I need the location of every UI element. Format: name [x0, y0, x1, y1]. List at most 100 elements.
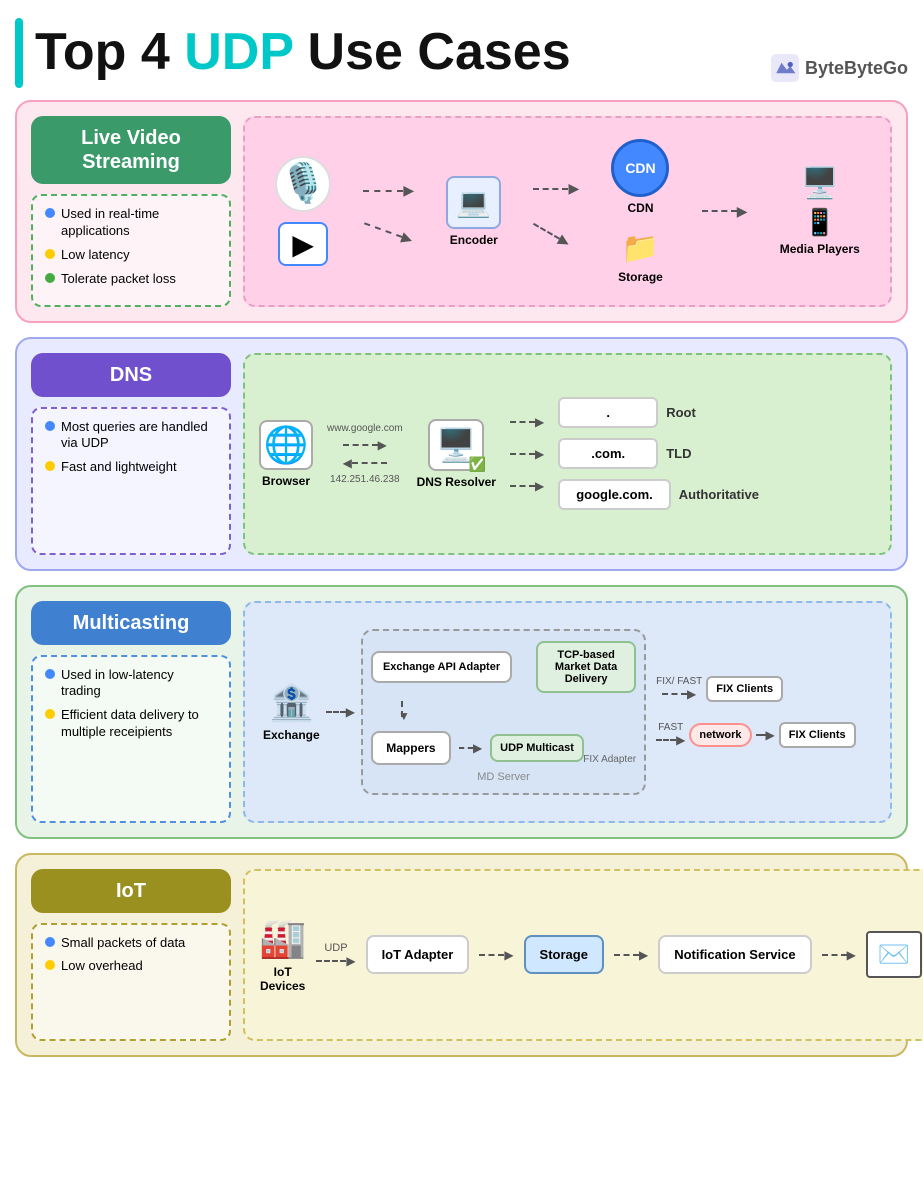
md-top-row: Exchange API Adapter TCP-based Market Da…: [371, 641, 636, 693]
bullet-text: Efficient data delivery to multiple rece…: [61, 707, 217, 741]
bullet-dot: [45, 937, 55, 947]
browser-box: 🌐 Browser: [259, 420, 313, 488]
cdn-storage-col: CDN CDN 📁 Storage: [611, 139, 669, 284]
bullet-text: Most queries are handled via UDP: [61, 419, 217, 453]
dashed-line: [656, 739, 676, 741]
resolver-label: DNS Resolver: [417, 475, 496, 489]
arrow2: ▶: [362, 215, 416, 248]
arrow-tip: ▶: [766, 728, 775, 742]
browser-arrows: www.google.com ▶ ◀ 142.251.46.238: [327, 423, 403, 485]
md-server-content: Exchange API Adapter TCP-based Market Da…: [371, 641, 636, 765]
section-dns-left: DNS Most queries are handled via UDP Fas…: [31, 353, 231, 555]
iot-devices-label: IoT Devices: [259, 965, 306, 993]
encoder-label: Encoder: [450, 233, 498, 247]
udp-label: UDP: [324, 942, 347, 954]
title-part1: Top 4: [35, 23, 184, 81]
fix-routes: FIX/ FAST ▶ FIX Clients FAST ▶: [656, 676, 856, 748]
dashed-line: [343, 444, 378, 446]
storage-label: Storage: [618, 270, 663, 284]
fast-arrow: FAST ▶: [656, 722, 685, 747]
bullet-item: Tolerate packet loss: [45, 271, 217, 288]
bullet-text: Used in real-time applications: [61, 206, 217, 240]
tld-box: .com.: [558, 438, 658, 469]
arrow-to-cdn: ▶: [533, 180, 579, 197]
bullet-item: Efficient data delivery to multiple rece…: [45, 707, 217, 741]
exchange-icon: 🏦: [269, 682, 314, 724]
arrow-tip: ▶: [687, 687, 696, 701]
arrow-tip: ▶: [639, 948, 648, 962]
arrow-tip: ▶: [535, 479, 544, 493]
arrow-tip: ▶: [555, 231, 573, 251]
encoder-arrows: ▶ ▶: [533, 180, 579, 242]
arrow-level2: ▶: [510, 447, 544, 461]
monitor-icon: 🖥️: [801, 166, 838, 201]
arrow-tip: ▶: [346, 705, 355, 719]
fix-fast-label: FIX/ FAST: [656, 676, 702, 687]
section-streaming: Live Video Streaming Used in real-time a…: [15, 100, 908, 323]
dashed-line: [702, 210, 737, 212]
bullet-dot: [45, 960, 55, 970]
title-part2: Use Cases: [293, 23, 571, 81]
bullet-text: Small packets of data: [61, 935, 185, 952]
arrow-to-storage: ▶: [529, 216, 573, 251]
bullet-item: Used in low-latency trading: [45, 667, 217, 701]
page-title: Top 4 UDP Use Cases: [35, 24, 571, 81]
media-icons: 🖥️ 📱: [801, 166, 838, 238]
arrow-down: ▼: [371, 701, 636, 723]
section-multicast: Multicasting Used in low-latency trading…: [15, 585, 908, 839]
media-players-box: 🖥️ 📱 Media Players: [780, 166, 860, 256]
md-server-label: MD Server: [371, 771, 636, 783]
section-streaming-left: Live Video Streaming Used in real-time a…: [31, 116, 231, 307]
bullet-dot: [45, 669, 55, 679]
header-bar: [15, 18, 23, 88]
dashed-line: [510, 485, 535, 487]
streaming-label: Live Video Streaming: [31, 116, 231, 184]
dashed-line: [510, 421, 535, 423]
exchange-box: 🏦 Exchange: [263, 682, 320, 742]
arrow-tip: ▶: [568, 180, 579, 197]
arrow-tip: ▶: [400, 229, 416, 249]
dashed-line: [662, 693, 687, 695]
iot-storage-box: Storage: [524, 935, 604, 974]
arrow: ▶: [656, 733, 685, 747]
arrow-level3: ▶: [510, 479, 544, 493]
email-icon: ✉️: [866, 931, 922, 978]
arrow-api-tcp: [520, 661, 528, 673]
bullet-dot: [45, 208, 55, 218]
root-box: .: [558, 397, 658, 428]
arrow-tip: ◀: [343, 456, 352, 470]
dashed-line: [822, 954, 847, 956]
bullet-item: Most queries are handled via UDP: [45, 419, 217, 453]
dns-bullets: Most queries are handled via UDP Fast an…: [31, 407, 231, 555]
fix-clients-2: FIX Clients: [779, 722, 856, 748]
section-multicast-diagram: 🏦 Exchange ▶ Exchange API Adapter: [243, 601, 892, 823]
tld-label: TLD: [666, 446, 691, 461]
section-iot: IoT Small packets of data Low overhead 🏭…: [15, 853, 908, 1057]
arrow: ▶: [662, 687, 696, 701]
bullet-text: Tolerate packet loss: [61, 271, 176, 288]
arrow-tip: ▶: [346, 954, 355, 968]
dashed-line: [479, 954, 504, 956]
exchange-api-box: Exchange API Adapter: [371, 651, 512, 683]
header-left: Top 4 UDP Use Cases: [15, 18, 571, 88]
arrow: ▶: [316, 954, 355, 968]
section-dns-diagram: 🌐 Browser www.google.com ▶ ◀ 142.251.46.…: [243, 353, 892, 555]
media-players-label: Media Players: [780, 242, 860, 256]
multicast-diagram: 🏦 Exchange ▶ Exchange API Adapter: [259, 617, 876, 807]
arrow-tip: ▶: [504, 948, 513, 962]
bullet-dot: [45, 709, 55, 719]
arrow-tip: ▶: [847, 948, 856, 962]
dashed-line: [533, 188, 568, 190]
dashed-line: [365, 222, 403, 238]
fix-fast-arrow: FIX/ FAST ▶: [656, 676, 702, 701]
bullet-text: Used in low-latency trading: [61, 667, 217, 701]
encoder-icon: 💻: [446, 176, 501, 229]
dns-diagram: 🌐 Browser www.google.com ▶ ◀ 142.251.46.…: [259, 369, 876, 539]
tcp-box: TCP-based Market Data Delivery: [536, 641, 636, 693]
arrow: ▶: [479, 948, 513, 962]
arrow-tip: ▶: [535, 415, 544, 429]
arrow-tip: ▶: [737, 203, 748, 220]
fast-label: FAST: [658, 722, 683, 733]
bullet-dot: [45, 249, 55, 259]
cdn-label: CDN: [627, 201, 653, 215]
